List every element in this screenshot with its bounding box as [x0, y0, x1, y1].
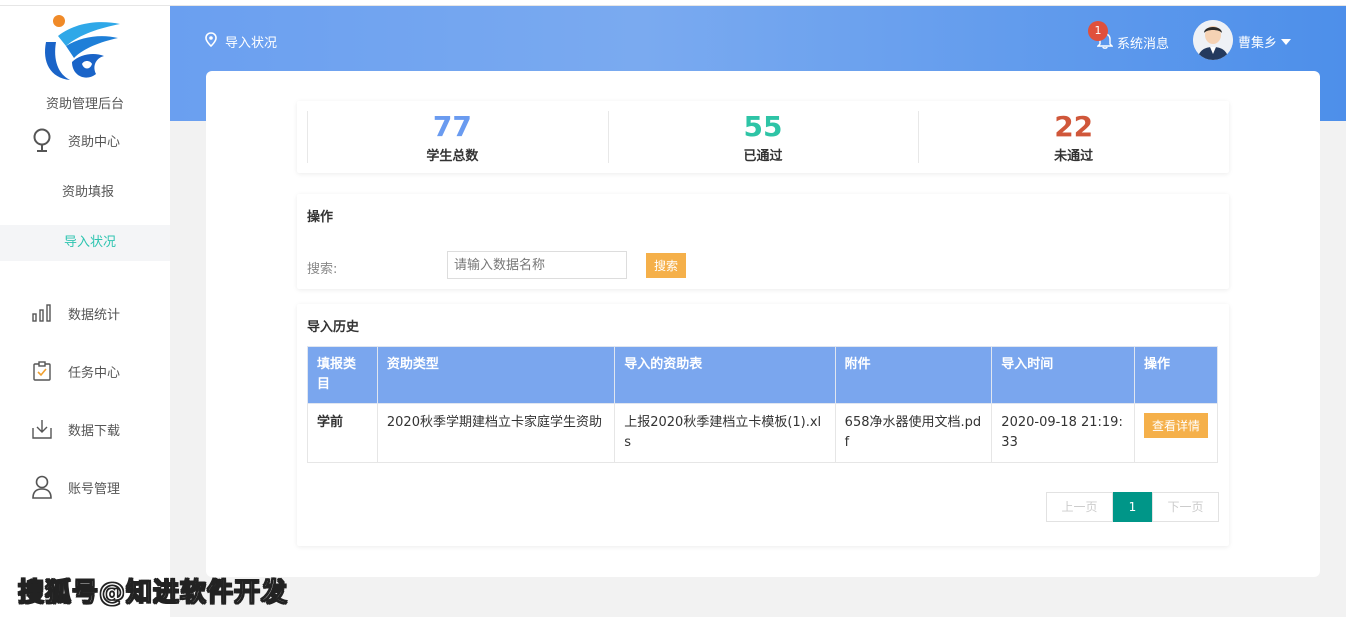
stat-value: 77 — [432, 110, 472, 143]
sidebar-item-account[interactable]: 账号管理 — [0, 469, 170, 505]
table-row: 学前 2020秋季学期建档立卡家庭学生资助 上报2020秋季建档立卡模板(1).… — [307, 403, 1218, 463]
column-header: 操作 — [1134, 346, 1218, 404]
stat-value: 22 — [1054, 110, 1094, 143]
view-details-button[interactable]: 查看详情 — [1144, 413, 1208, 438]
sidebar-item-label: 数据下载 — [68, 423, 121, 439]
user-icon — [30, 475, 54, 499]
search-label: 搜索: — [307, 262, 338, 277]
sidebar-item-label: 账号管理 — [68, 481, 121, 497]
column-header: 导入时间 — [991, 346, 1135, 404]
column-header: 填报类目 — [307, 346, 378, 404]
user-menu[interactable]: 曹集乡 — [1238, 32, 1292, 51]
bar-chart-icon — [30, 301, 54, 325]
sidebar-item-label: 数据统计 — [68, 307, 121, 323]
location-pin-icon — [205, 32, 217, 51]
stat-failed: 22 未通过 — [918, 101, 1229, 173]
search-button[interactable]: 搜索 — [646, 253, 686, 278]
stats-card: 77 学生总数 55 已通过 22 未通过 — [297, 101, 1229, 173]
watermark: 搜狐号@知进软件开发 — [17, 578, 289, 609]
sidebar-item-aid-center[interactable]: 资助中心 — [0, 122, 170, 158]
sidebar-item-import-status[interactable]: 导入状况 — [0, 225, 170, 261]
map-pin-icon — [30, 128, 54, 152]
operations-title: 操作 — [307, 210, 334, 225]
clipboard-check-icon — [30, 359, 54, 383]
stat-total: 77 学生总数 — [297, 101, 608, 173]
download-icon — [30, 417, 54, 441]
system-messages-link[interactable]: 系统消息 — [1096, 32, 1170, 53]
cell-attachment: 658净水器使用文档.pdf — [834, 403, 993, 463]
messages-label: 系统消息 — [1117, 37, 1170, 52]
caret-down-icon — [1281, 34, 1292, 49]
history-card: 导入历史 填报类目 资助类型 导入的资助表 附件 导入时间 操作 学前 2020… — [297, 304, 1229, 546]
next-page-button[interactable]: 下一页 — [1152, 492, 1219, 522]
stat-passed: 55 已通过 — [607, 101, 919, 173]
cell-action: 查看详情 — [1134, 403, 1218, 463]
logo-text: 资助管理后台 — [45, 97, 124, 112]
pagination: 上一页 1 下一页 — [1046, 492, 1219, 522]
avatar[interactable] — [1193, 20, 1233, 60]
stat-label: 未通过 — [1054, 149, 1094, 164]
app-logo — [36, 14, 126, 86]
column-header: 附件 — [834, 346, 993, 404]
breadcrumb-text: 导入状况 — [225, 36, 278, 51]
page-1-button[interactable]: 1 — [1113, 492, 1152, 522]
sidebar-item-tasks[interactable]: 任务中心 — [0, 353, 170, 389]
stat-label: 已通过 — [743, 149, 783, 164]
cell-sheet: 上报2020秋季建档立卡模板(1).xls — [614, 403, 836, 463]
breadcrumb: 导入状况 — [205, 32, 277, 51]
sidebar-item-download[interactable]: 数据下载 — [0, 411, 170, 447]
column-header: 导入的资助表 — [614, 346, 836, 404]
sidebar-item-label: 任务中心 — [68, 365, 121, 381]
username: 曹集乡 — [1238, 36, 1278, 51]
sidebar-item-statistics[interactable]: 数据统计 — [0, 295, 170, 331]
column-header: 资助类型 — [376, 346, 616, 404]
history-table: 填报类目 资助类型 导入的资助表 附件 导入时间 操作 学前 2020秋季学期建… — [307, 346, 1218, 463]
operations-card: 操作 搜索: 搜索 — [297, 194, 1229, 289]
notification-badge: 1 — [1088, 21, 1108, 41]
sidebar-item-label: 资助中心 — [68, 134, 121, 150]
stat-value: 55 — [743, 110, 783, 143]
cell-aid-type: 2020秋季学期建档立卡家庭学生资助 — [376, 403, 616, 463]
stat-label: 学生总数 — [426, 149, 479, 164]
sidebar-item-aid-report[interactable]: 资助填报 — [0, 175, 170, 211]
history-title: 导入历史 — [307, 320, 360, 335]
table-header-row: 填报类目 资助类型 导入的资助表 附件 导入时间 操作 — [307, 346, 1218, 404]
search-input[interactable] — [447, 251, 627, 279]
cell-category: 学前 — [307, 403, 378, 463]
prev-page-button[interactable]: 上一页 — [1046, 492, 1113, 522]
cell-import-time: 2020-09-18 21:19:33 — [991, 403, 1135, 463]
